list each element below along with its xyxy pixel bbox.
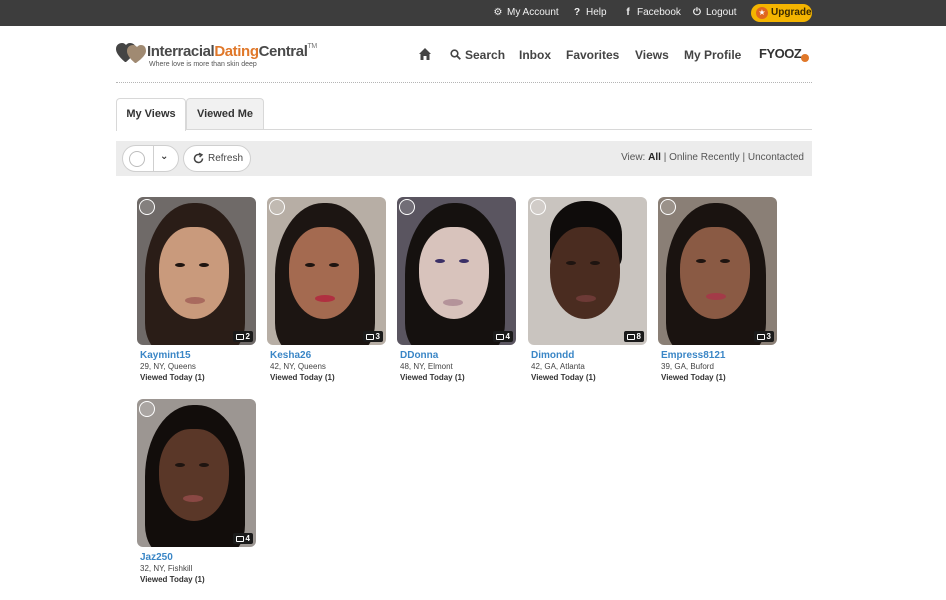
photo-count-badge: 3 (362, 331, 383, 342)
camera-icon (365, 333, 374, 340)
photo-count-badge: 4 (232, 533, 253, 544)
photo-count-badge: 2 (232, 331, 253, 342)
nav-favorites[interactable]: Favorites (566, 47, 619, 63)
nav-my-profile[interactable]: My Profile (684, 47, 741, 63)
toolbar: ⌄ Refresh View: All | Online Recently | … (116, 141, 812, 176)
crown-icon: ★ (756, 7, 768, 19)
nav-fyooz[interactable]: FYOOZ (759, 46, 802, 61)
help-link[interactable]: ? Help (571, 6, 607, 20)
chevron-down-icon[interactable]: ⌄ (160, 151, 168, 162)
tabs-underline (116, 129, 812, 130)
select-all-checkbox[interactable] (129, 151, 145, 167)
profile-photo[interactable]: 3 (658, 197, 777, 345)
nav-search[interactable]: Search (450, 47, 505, 63)
power-icon: ⏻ (693, 7, 701, 18)
profile-viewed: Viewed Today (1) (140, 373, 205, 382)
profile-photo[interactable]: 3 (267, 197, 386, 345)
header-divider (116, 82, 812, 83)
profile-card[interactable]: 8 Dimondd 42, GA, Atlanta Viewed Today (… (528, 197, 647, 387)
logout-link[interactable]: ⏻ Logout (691, 6, 737, 20)
logo-wordmark: InterracialDatingCentralTM (147, 43, 317, 60)
profile-card[interactable]: 4 Jaz250 32, NY, Fishkill Viewed Today (… (137, 399, 256, 589)
profile-card[interactable]: 3 Kesha26 42, NY, Queens Viewed Today (1… (267, 197, 386, 387)
profile-viewed: Viewed Today (1) (531, 373, 596, 382)
nav-inbox[interactable]: Inbox (519, 47, 551, 63)
nav-views[interactable]: Views (635, 47, 669, 63)
profile-info: 29, NY, Queens (140, 362, 196, 371)
filter-all[interactable]: All (648, 152, 661, 163)
select-profile-checkbox[interactable] (139, 199, 155, 215)
search-icon (450, 49, 461, 60)
profile-viewed: Viewed Today (1) (400, 373, 465, 382)
question-icon: ? (573, 7, 581, 18)
profile-photo[interactable]: 2 (137, 197, 256, 345)
profile-card[interactable]: 2 Kaymint15 29, NY, Queens Viewed Today … (137, 197, 256, 387)
select-profile-checkbox[interactable] (399, 199, 415, 215)
camera-icon (756, 333, 765, 340)
select-profile-checkbox[interactable] (660, 199, 676, 215)
my-account-link[interactable]: ⚙ My Account (492, 6, 559, 20)
profile-username[interactable]: Jaz250 (140, 552, 173, 563)
profile-card[interactable]: 3 Empress8121 39, GA, Buford Viewed Toda… (658, 197, 777, 387)
profile-info: 39, GA, Buford (661, 362, 714, 371)
tab-viewed-me[interactable]: Viewed Me (186, 98, 264, 130)
profile-viewed: Viewed Today (1) (140, 575, 205, 584)
profile-info: 48, NY, Elmont (400, 362, 453, 371)
facebook-icon: f (626, 7, 630, 18)
camera-icon (626, 333, 635, 340)
gear-icon: ⚙ (493, 7, 503, 18)
profile-username[interactable]: Kesha26 (270, 350, 311, 361)
select-profile-checkbox[interactable] (269, 199, 285, 215)
select-all-dropdown[interactable]: ⌄ (122, 145, 179, 172)
select-profile-checkbox[interactable] (139, 401, 155, 417)
refresh-button[interactable]: Refresh (183, 145, 251, 172)
upgrade-button[interactable]: ★ Upgrade (751, 4, 812, 22)
profile-info: 42, NY, Queens (270, 362, 326, 371)
camera-icon (495, 333, 504, 340)
refresh-icon (193, 152, 204, 164)
home-icon[interactable] (418, 46, 432, 62)
profile-viewed: Viewed Today (1) (661, 373, 726, 382)
profile-photo[interactable]: 4 (137, 399, 256, 547)
view-filter: View: All | Online Recently | Uncontacte… (621, 152, 804, 163)
profile-viewed: Viewed Today (1) (270, 373, 335, 382)
camera-icon (235, 333, 244, 340)
profile-photo[interactable]: 8 (528, 197, 647, 345)
profile-info: 42, GA, Atlanta (531, 362, 585, 371)
profile-info: 32, NY, Fishkill (140, 564, 193, 573)
profile-username[interactable]: Kaymint15 (140, 350, 191, 361)
profile-username[interactable]: Dimondd (531, 350, 574, 361)
site-logo[interactable]: InterracialDatingCentralTM Where love is… (116, 40, 326, 72)
photo-count-badge: 8 (623, 331, 644, 342)
profile-photo[interactable]: 4 (397, 197, 516, 345)
profile-card[interactable]: 4 DDonna 48, NY, Elmont Viewed Today (1) (397, 197, 516, 387)
filter-uncontacted[interactable]: Uncontacted (748, 152, 804, 163)
logo-tagline: Where love is more than skin deep (149, 61, 257, 68)
select-divider (153, 146, 154, 171)
top-bar: ⚙ My Account ? Help f Facebook ⏻ Logout ★ Up… (0, 0, 946, 26)
photo-count-badge: 4 (492, 331, 513, 342)
select-profile-checkbox[interactable] (530, 199, 546, 215)
profile-username[interactable]: DDonna (400, 350, 438, 361)
profile-username[interactable]: Empress8121 (661, 350, 726, 361)
facebook-link[interactable]: f Facebook (622, 6, 681, 20)
hearts-logo-icon (116, 43, 146, 63)
photo-count-badge: 3 (753, 331, 774, 342)
fyooz-dot-icon (801, 54, 809, 62)
filter-online-recently[interactable]: Online Recently (669, 152, 740, 163)
camera-icon (235, 535, 244, 542)
tab-my-views[interactable]: My Views (116, 98, 186, 131)
